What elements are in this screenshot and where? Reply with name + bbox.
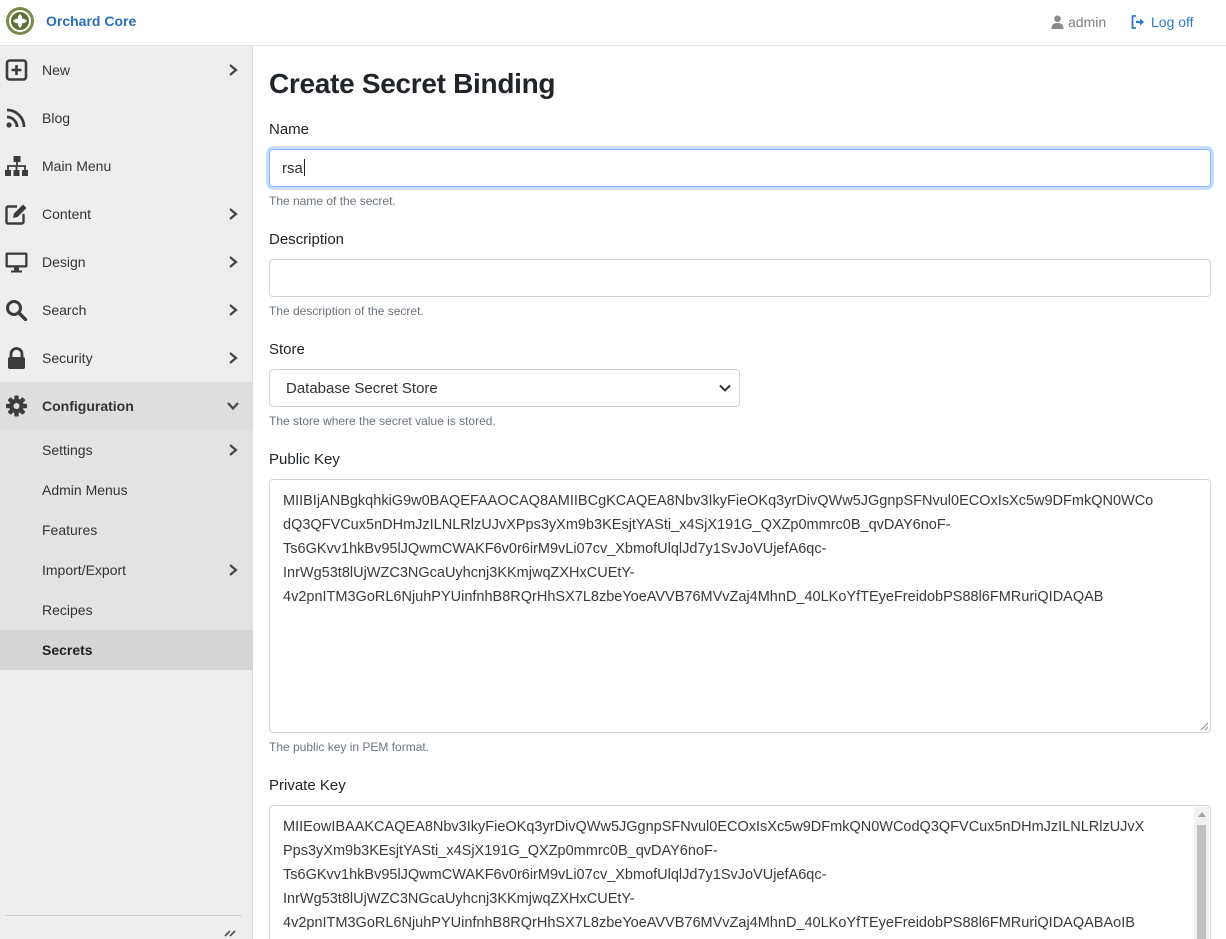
sidebar-item-label: Content bbox=[42, 206, 92, 222]
private-key-line: 4v2pnITM3GoRL6NjuhPYUinfnhB8RQrHhSX7L8zb… bbox=[283, 915, 1135, 931]
chevron-right-icon bbox=[229, 256, 238, 268]
sidebar-item-label: Admin Menus bbox=[42, 482, 128, 498]
chevron-right-icon bbox=[229, 444, 238, 456]
user-icon bbox=[1051, 15, 1064, 29]
sidebar-item-main-menu[interactable]: Main Menu bbox=[0, 142, 253, 190]
main-content: Create Secret Binding Name rsa The name … bbox=[254, 46, 1226, 939]
sidebar-divider bbox=[5, 915, 242, 916]
chevron-right-icon bbox=[229, 64, 238, 76]
public-key-label: Public Key bbox=[269, 451, 340, 468]
chevron-down-icon bbox=[719, 384, 731, 392]
chevron-right-icon bbox=[229, 564, 238, 576]
sidebar-item-security[interactable]: Security bbox=[0, 334, 253, 382]
sidebar-item-label: Settings bbox=[42, 442, 93, 458]
store-selected-value: Database Secret Store bbox=[286, 380, 438, 397]
admin-sidebar: New Blog Main Menu Content Design Search… bbox=[0, 46, 253, 939]
scroll-up-arrow-icon[interactable] bbox=[1198, 812, 1206, 817]
name-label: Name bbox=[269, 121, 310, 138]
sidebar-item-label: Features bbox=[42, 522, 98, 538]
top-navbar: Orchard Core admin Log off bbox=[0, 0, 1226, 46]
public-key-textarea[interactable]: MIIBIjANBgkqhkiG9w0BAQEFAAOCAQ8AMIIBCgKC… bbox=[269, 479, 1211, 733]
scrollbar-thumb[interactable] bbox=[1197, 825, 1206, 939]
text-caret bbox=[303, 159, 305, 176]
public-key-line: 4v2pnITM3GoRL6NjuhPYUinfnhB8RQrHhSX7L8zb… bbox=[283, 589, 1104, 605]
public-key-line: MIIBIjANBgkqhkiG9w0BAQEFAAOCAQ8AMIIBCgKC… bbox=[283, 493, 1154, 509]
sidebar-item-label: Main Menu bbox=[42, 158, 112, 174]
private-key-scrollbar[interactable] bbox=[1194, 807, 1209, 939]
sidebar-item-design[interactable]: Design bbox=[0, 238, 253, 286]
sitemap-icon bbox=[5, 156, 28, 176]
chevron-down-icon bbox=[227, 402, 239, 411]
desktop-icon bbox=[5, 252, 28, 273]
lock-icon bbox=[8, 347, 25, 369]
private-key-line: Ts6GKvv1hkBv95lJQwmCWAKF6v0r6irM9vLi07cv… bbox=[283, 867, 827, 883]
sidebar-item-label: Secrets bbox=[42, 642, 93, 658]
username: admin bbox=[1068, 14, 1107, 30]
sidebar-item-label: Blog bbox=[42, 110, 71, 126]
edit-icon bbox=[5, 204, 27, 225]
sidebar-item-new[interactable]: New bbox=[0, 46, 253, 94]
description-input[interactable] bbox=[269, 259, 1211, 297]
private-key-label: Private Key bbox=[269, 777, 346, 794]
brand-name[interactable]: Orchard Core bbox=[46, 13, 136, 29]
brand-link[interactable]: Orchard Core bbox=[5, 6, 136, 36]
public-key-hint: The public key in PEM format. bbox=[269, 740, 430, 754]
logoff-label: Log off bbox=[1151, 14, 1194, 30]
name-input-value: rsa bbox=[282, 160, 303, 177]
resize-handle-icon[interactable] bbox=[1199, 721, 1209, 731]
sidebar-item-content[interactable]: Content bbox=[0, 190, 253, 238]
sidebar-item-label: Configuration bbox=[42, 398, 134, 414]
sidebar-item-label: Recipes bbox=[42, 602, 93, 618]
private-key-textarea[interactable]: MIIEowIBAAKCAQEA8Nbv3IkyFieOKq3yrDivQWw5… bbox=[269, 805, 1211, 939]
sidebar-item-label: Search bbox=[42, 302, 87, 318]
public-key-line: dQ3QFVCux5nDHmJzILNLRlzUJvXPps3yXm9b3KEs… bbox=[283, 517, 951, 533]
sidebar-item-label: Import/Export bbox=[42, 562, 127, 578]
sidebar-item-label: New bbox=[42, 62, 71, 78]
sidebar-item-configuration[interactable]: Configuration bbox=[0, 382, 253, 430]
sign-out-icon bbox=[1131, 15, 1144, 29]
gear-icon bbox=[6, 395, 27, 417]
name-hint: The name of the secret. bbox=[269, 194, 396, 208]
private-key-line: InrWg53t8lUjWZC3NGcaUyhcnj3KKmjwqZXHxCUE… bbox=[283, 891, 635, 907]
sidebar-item-admin-menus[interactable]: Admin Menus bbox=[0, 470, 253, 510]
plus-square-icon bbox=[5, 59, 28, 81]
description-hint: The description of the secret. bbox=[269, 304, 424, 318]
chevron-right-icon bbox=[229, 304, 238, 316]
rss-icon bbox=[6, 108, 26, 128]
store-label: Store bbox=[269, 341, 305, 358]
public-key-line: InrWg53t8lUjWZC3NGcaUyhcnj3KKmjwqZXHxCUE… bbox=[283, 565, 635, 581]
page-title: Create Secret Binding bbox=[269, 68, 556, 99]
store-hint: The store where the secret value is stor… bbox=[269, 414, 496, 428]
private-key-line: MIIEowIBAAKCAQEA8Nbv3IkyFieOKq3yrDivQWw5… bbox=[283, 819, 1145, 835]
search-icon bbox=[6, 300, 28, 321]
private-key-line: Pps3yXm9b3KEsjtYASti_x4SjX191G_QXZp0mmrc… bbox=[283, 843, 718, 859]
sidebar-item-blog[interactable]: Blog bbox=[0, 94, 253, 142]
collapse-sidebar-icon[interactable] bbox=[223, 930, 237, 939]
user-menu[interactable]: admin bbox=[1051, 14, 1106, 30]
chevron-right-icon bbox=[229, 352, 238, 364]
sidebar-item-label: Design bbox=[42, 254, 86, 270]
orchard-core-logo-icon bbox=[6, 7, 34, 35]
sidebar-item-secrets[interactable]: Secrets bbox=[0, 630, 253, 670]
sidebar-item-label: Security bbox=[42, 350, 93, 366]
sidebar-item-features[interactable]: Features bbox=[0, 510, 253, 550]
sidebar-item-import-export[interactable]: Import/Export bbox=[0, 550, 253, 590]
name-input[interactable]: rsa bbox=[269, 149, 1211, 187]
chevron-right-icon bbox=[229, 208, 238, 220]
public-key-line: Ts6GKvv1hkBv95lJQwmCWAKF6v0r6irM9vLi07cv… bbox=[283, 541, 827, 557]
description-label: Description bbox=[269, 231, 345, 248]
sidebar-item-settings[interactable]: Settings bbox=[0, 430, 253, 470]
sidebar-item-search[interactable]: Search bbox=[0, 286, 253, 334]
logoff-button[interactable]: Log off bbox=[1131, 14, 1194, 30]
sidebar-item-recipes[interactable]: Recipes bbox=[0, 590, 253, 630]
store-select[interactable]: Database Secret Store bbox=[269, 369, 740, 407]
